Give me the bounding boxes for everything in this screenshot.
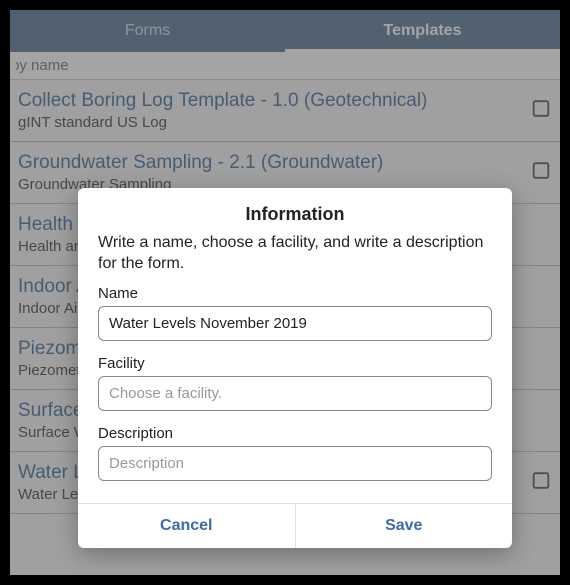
dialog-actions: Cancel Save: [78, 503, 512, 548]
dialog-title: Information: [98, 204, 492, 225]
description-label: Description: [98, 425, 492, 442]
facility-field[interactable]: [98, 376, 492, 411]
dialog-text: Write a name, choose a facility, and wri…: [98, 233, 492, 275]
save-button[interactable]: Save: [295, 504, 513, 548]
name-label: Name: [98, 285, 492, 302]
dialog-body: Information Write a name, choose a facil…: [78, 188, 512, 503]
facility-label: Facility: [98, 355, 492, 372]
cancel-button[interactable]: Cancel: [78, 504, 295, 548]
name-field[interactable]: [98, 306, 492, 341]
description-field[interactable]: [98, 446, 492, 481]
app-frame: Forms Templates Collect Boring Log Templ…: [10, 10, 560, 575]
information-dialog: Information Write a name, choose a facil…: [78, 188, 512, 548]
